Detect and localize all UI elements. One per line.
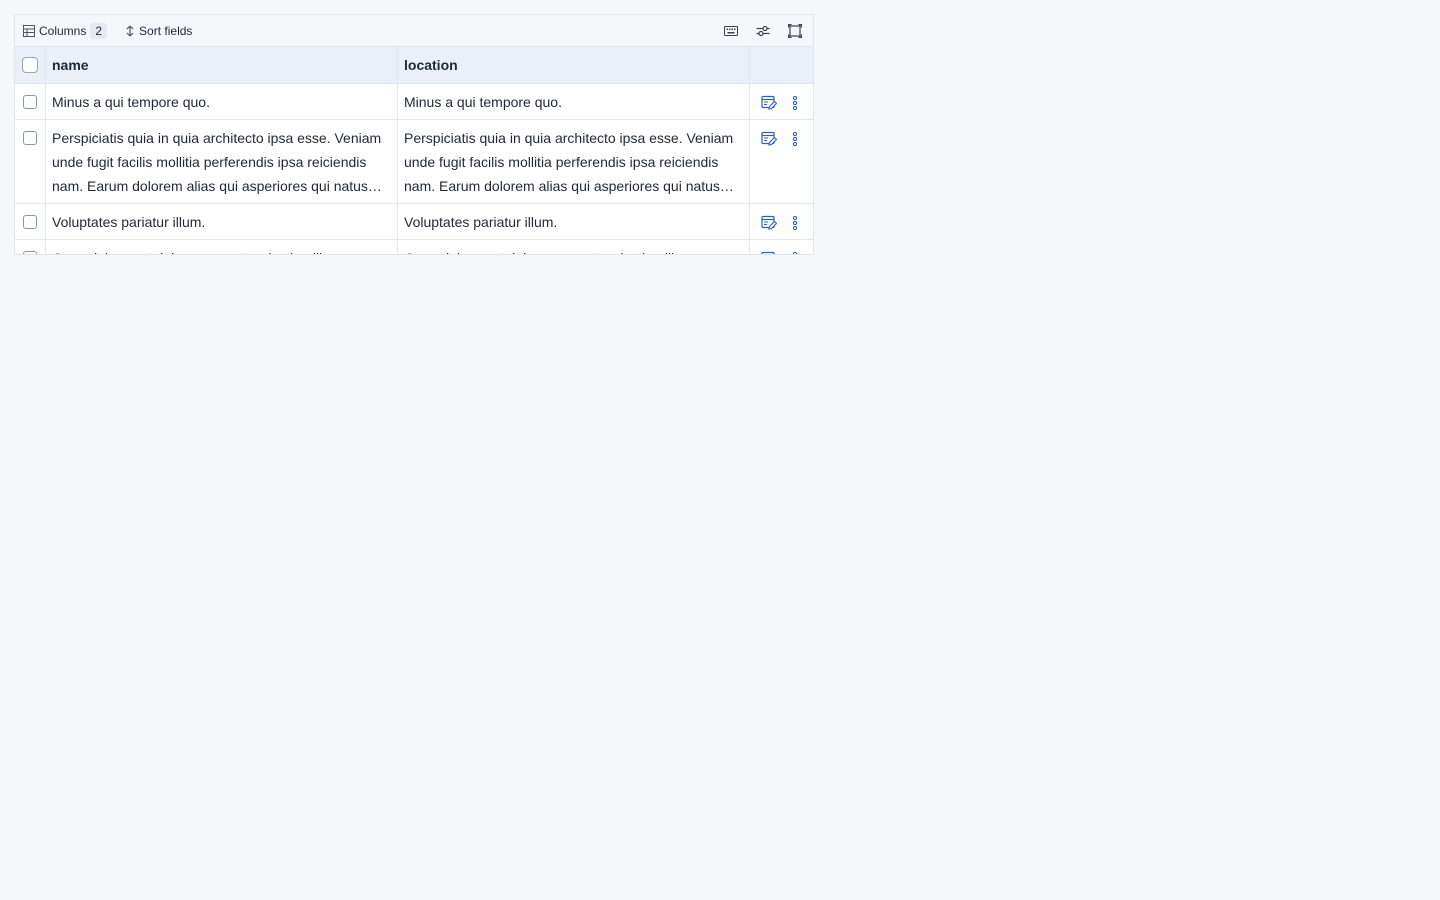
row-select-cell xyxy=(15,84,46,119)
cell-text: Quas dolore aut dolor neque et molestiae… xyxy=(404,246,743,254)
edit-row-button[interactable] xyxy=(760,214,778,232)
cell-text: Voluptates pariatur illum. xyxy=(404,214,558,230)
row-select-cell xyxy=(15,120,46,203)
sort-fields-label: Sort fields xyxy=(139,23,193,38)
edit-row-button[interactable] xyxy=(760,250,778,254)
column-header-location[interactable]: location xyxy=(398,47,750,83)
table-header-row: name location xyxy=(15,47,813,84)
edit-row-button[interactable] xyxy=(760,94,778,112)
header-select-cell xyxy=(15,47,46,83)
fullscreen-icon xyxy=(788,23,802,38)
edit-icon xyxy=(760,131,777,146)
more-vertical-icon xyxy=(792,131,797,147)
row-menu-button[interactable] xyxy=(786,250,804,254)
row-menu-button[interactable] xyxy=(786,214,804,232)
row-select-cell xyxy=(15,204,46,239)
table-row: Minus a qui tempore quo. Minus a qui tem… xyxy=(15,84,813,120)
row-actions-cell xyxy=(750,84,813,119)
row-menu-button[interactable] xyxy=(786,94,804,112)
sort-fields-button[interactable]: Sort fields xyxy=(123,19,194,43)
cell-text: Perspiciatis quia in quia architecto ips… xyxy=(404,130,734,194)
row-actions-cell xyxy=(750,204,813,239)
column-header-name[interactable]: name xyxy=(46,47,398,83)
cell-text: Minus a qui tempore quo. xyxy=(52,94,210,110)
row-checkbox[interactable] xyxy=(23,251,37,254)
columns-label: Columns xyxy=(39,23,87,38)
cell-location[interactable]: Quas dolore aut dolor neque et molestiae… xyxy=(398,240,750,254)
header-actions-cell xyxy=(750,47,813,83)
cell-text: Minus a qui tempore quo. xyxy=(404,94,562,110)
table-row: Perspiciatis quia in quia architecto ips… xyxy=(15,120,813,204)
sort-arrows-icon xyxy=(126,25,134,36)
edit-icon xyxy=(760,251,775,254)
cell-name[interactable]: Minus a qui tempore quo. xyxy=(46,84,398,119)
more-vertical-icon xyxy=(792,251,797,254)
select-all-checkbox[interactable] xyxy=(22,57,38,73)
cell-location[interactable]: Voluptates pariatur illum. xyxy=(398,204,750,239)
column-header-label: name xyxy=(52,57,89,73)
row-checkbox[interactable] xyxy=(23,215,37,229)
row-checkbox[interactable] xyxy=(23,95,37,109)
grid-toolbar: Columns 2 Sort fields xyxy=(15,15,813,47)
cell-text: Perspiciatis quia in quia architecto ips… xyxy=(52,130,382,194)
table-row: Voluptates pariatur illum. Voluptates pa… xyxy=(15,204,813,240)
filter-sliders-icon xyxy=(756,25,770,36)
row-menu-button[interactable] xyxy=(786,130,804,148)
keyboard-shortcuts-button[interactable] xyxy=(719,19,743,43)
table-row: Quas dolore aut dolor neque et molestiae… xyxy=(15,240,813,254)
cell-text: Quas dolore aut dolor neque et molestiae… xyxy=(52,246,391,254)
cell-location[interactable]: Minus a qui tempore quo. xyxy=(398,84,750,119)
fullscreen-button[interactable] xyxy=(783,19,807,43)
edit-row-button[interactable] xyxy=(760,130,778,148)
data-grid: Columns 2 Sort fields name location Minu… xyxy=(14,14,814,255)
cell-location[interactable]: Perspiciatis quia in quia architecto ips… xyxy=(398,120,750,203)
column-header-label: location xyxy=(404,57,458,73)
columns-count-badge: 2 xyxy=(90,22,108,39)
cell-text: Voluptates pariatur illum. xyxy=(52,214,206,230)
row-actions-cell xyxy=(750,120,813,203)
cell-name[interactable]: Perspiciatis quia in quia architecto ips… xyxy=(46,120,398,203)
table-columns-icon xyxy=(23,24,35,37)
row-select-cell xyxy=(15,240,46,254)
keyboard-icon xyxy=(724,25,738,36)
more-vertical-icon xyxy=(792,215,797,231)
columns-button[interactable]: Columns 2 xyxy=(21,19,109,43)
row-checkbox[interactable] xyxy=(23,131,37,145)
filter-settings-button[interactable] xyxy=(751,19,775,43)
more-vertical-icon xyxy=(792,95,797,111)
cell-name[interactable]: Voluptates pariatur illum. xyxy=(46,204,398,239)
row-actions-cell xyxy=(750,240,813,254)
edit-icon xyxy=(760,95,777,110)
edit-icon xyxy=(760,215,777,230)
cell-name[interactable]: Quas dolore aut dolor neque et molestiae… xyxy=(46,240,398,254)
